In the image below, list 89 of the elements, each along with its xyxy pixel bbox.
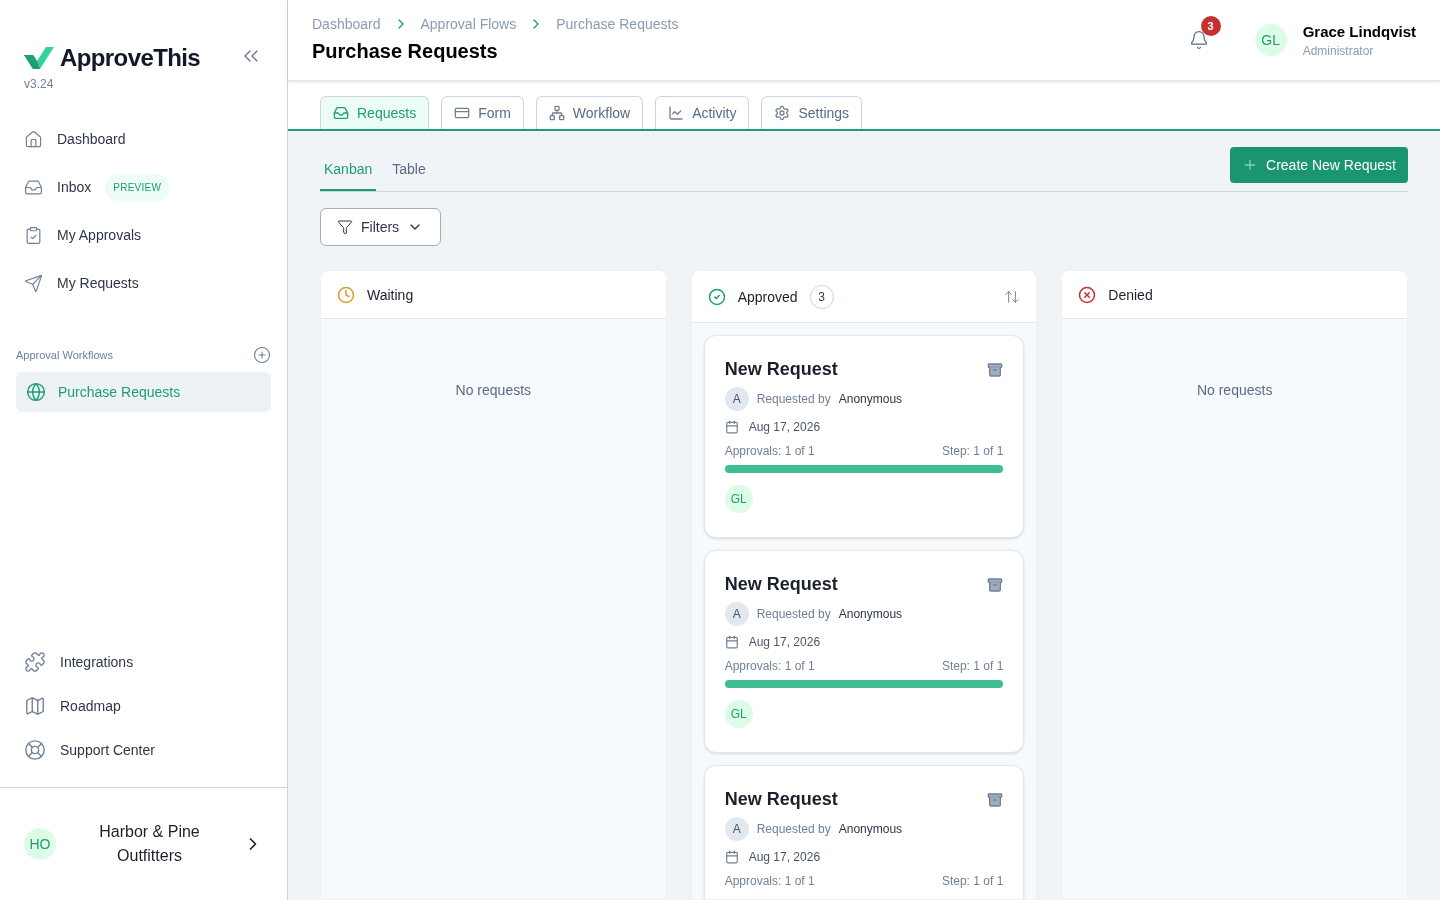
- section-tab[interactable]: Workflow: [535, 96, 644, 129]
- paper-plane-icon: [24, 273, 43, 293]
- request-date: Aug 17, 2026: [748, 419, 821, 435]
- add-workflow-icon[interactable]: [253, 346, 271, 364]
- line-chart-icon: [668, 105, 685, 121]
- workflow-item[interactable]: Purchase Requests: [16, 372, 271, 412]
- empty-message: No requests: [454, 381, 533, 400]
- step-count: Step: 1 of 1: [941, 873, 1004, 889]
- requester-name: Anonymous: [838, 391, 903, 407]
- preview-tag: PREVIEW: [105, 173, 170, 201]
- approver-avatar: GL: [724, 700, 753, 728]
- request-card[interactable]: New Request A Requested by Anonymous Aug 17, 2026 Approvals: 1 of 1 Step: 1 of 1: [703, 765, 1025, 899]
- column-title: Denied: [1108, 285, 1153, 305]
- requester-name: Anonymous: [838, 606, 903, 622]
- sort-icon[interactable]: [1004, 288, 1021, 305]
- create-request-button[interactable]: Create New Request: [1230, 147, 1408, 183]
- puzzle-icon: [24, 651, 46, 673]
- archive-icon[interactable]: [987, 792, 1004, 808]
- card-title: New Request: [724, 788, 838, 811]
- clipboard-icon: [24, 225, 43, 245]
- approver-avatar: GL: [724, 485, 753, 513]
- column-title: Approved: [737, 287, 798, 307]
- section-tab[interactable]: Settings: [761, 96, 863, 129]
- notification-count: 3: [1200, 16, 1221, 36]
- requester-name: Anonymous: [838, 821, 903, 837]
- hierarchy-icon: [548, 105, 565, 121]
- globe-icon: [26, 382, 46, 402]
- logo-icon: [24, 47, 54, 69]
- card-title: New Request: [724, 573, 838, 596]
- check-circle-icon: [707, 287, 726, 306]
- archive-icon[interactable]: [987, 577, 1004, 593]
- breadcrumb-link[interactable]: Dashboard: [312, 14, 381, 34]
- organization-switcher[interactable]: HO Harbor & Pine Outfitters: [0, 787, 287, 900]
- x-circle-icon: [1078, 285, 1097, 304]
- request-date: Aug 17, 2026: [748, 634, 821, 650]
- approvals-count: Approvals: 1 of 1: [724, 658, 815, 674]
- approvals-count: Approvals: 1 of 1: [724, 443, 815, 459]
- request-card[interactable]: New Request A Requested by Anonymous Aug 17, 2026 Approvals: 1 of 1 Step: 1 of 1 GL: [703, 335, 1025, 538]
- card-title: New Request: [724, 358, 838, 381]
- sidebar-item[interactable]: Integrations: [24, 649, 263, 675]
- requester-avatar: A: [724, 387, 749, 411]
- step-count: Step: 1 of 1: [941, 443, 1004, 459]
- section-tab[interactable]: Form: [441, 96, 524, 129]
- column-title: Waiting: [367, 285, 414, 305]
- sidebar-item[interactable]: Inbox PREVIEW: [24, 172, 263, 202]
- organization-name: Harbor & Pine Outfitters: [98, 822, 201, 866]
- organization-avatar: HO: [24, 828, 56, 860]
- archive-icon[interactable]: [987, 362, 1004, 378]
- breadcrumb-link[interactable]: Purchase Requests: [556, 14, 679, 34]
- section-heading: Approval Workflows: [16, 347, 113, 363]
- page-title: Purchase Requests: [312, 39, 499, 64]
- filters-button[interactable]: Filters: [320, 208, 441, 246]
- calendar-icon: [724, 635, 739, 649]
- sidebar-item[interactable]: Support Center: [24, 737, 263, 763]
- user-role: Administrator: [1302, 43, 1375, 60]
- view-tab[interactable]: Table: [388, 151, 430, 191]
- filter-icon: [337, 219, 353, 235]
- notifications-bell-icon[interactable]: [1188, 30, 1209, 50]
- brand-name: ApproveThis: [60, 43, 201, 73]
- requested-by-label: Requested by: [756, 606, 831, 622]
- house-icon: [24, 129, 43, 149]
- step-count: Step: 1 of 1: [941, 658, 1004, 674]
- approvals-count: Approvals: 1 of 1: [724, 873, 815, 889]
- request-date: Aug 17, 2026: [748, 849, 821, 865]
- lifebuoy-icon: [24, 739, 46, 761]
- empty-message: No requests: [1195, 381, 1274, 400]
- map-icon: [24, 695, 46, 717]
- requester-avatar: A: [724, 817, 749, 841]
- sidebar-item[interactable]: Roadmap: [24, 693, 263, 719]
- clock-icon: [337, 285, 355, 304]
- card-icon: [454, 105, 471, 121]
- requested-by-label: Requested by: [756, 821, 831, 837]
- section-tab[interactable]: Activity: [655, 96, 750, 129]
- sidebar-item[interactable]: My Requests: [24, 268, 263, 298]
- settings-icon: [774, 105, 791, 121]
- view-tab[interactable]: Kanban: [320, 151, 377, 191]
- sidebar-item[interactable]: Dashboard: [24, 124, 263, 154]
- calendar-icon: [724, 850, 739, 864]
- requested-by-label: Requested by: [756, 391, 831, 407]
- requester-avatar: A: [724, 602, 749, 626]
- section-tab[interactable]: Requests: [320, 96, 430, 129]
- sidebar-item[interactable]: My Approvals: [24, 220, 263, 250]
- tray-icon: [333, 105, 349, 121]
- breadcrumb-link[interactable]: Approval Flows: [420, 14, 517, 34]
- user-avatar[interactable]: GL: [1254, 24, 1287, 56]
- calendar-icon: [724, 420, 739, 434]
- request-card[interactable]: New Request A Requested by Anonymous Aug 17, 2026 Approvals: 1 of 1 Step: 1 of 1 GL: [703, 550, 1025, 753]
- version-label: v3.24: [24, 76, 55, 92]
- user-name: Grace Lindqvist: [1302, 21, 1416, 42]
